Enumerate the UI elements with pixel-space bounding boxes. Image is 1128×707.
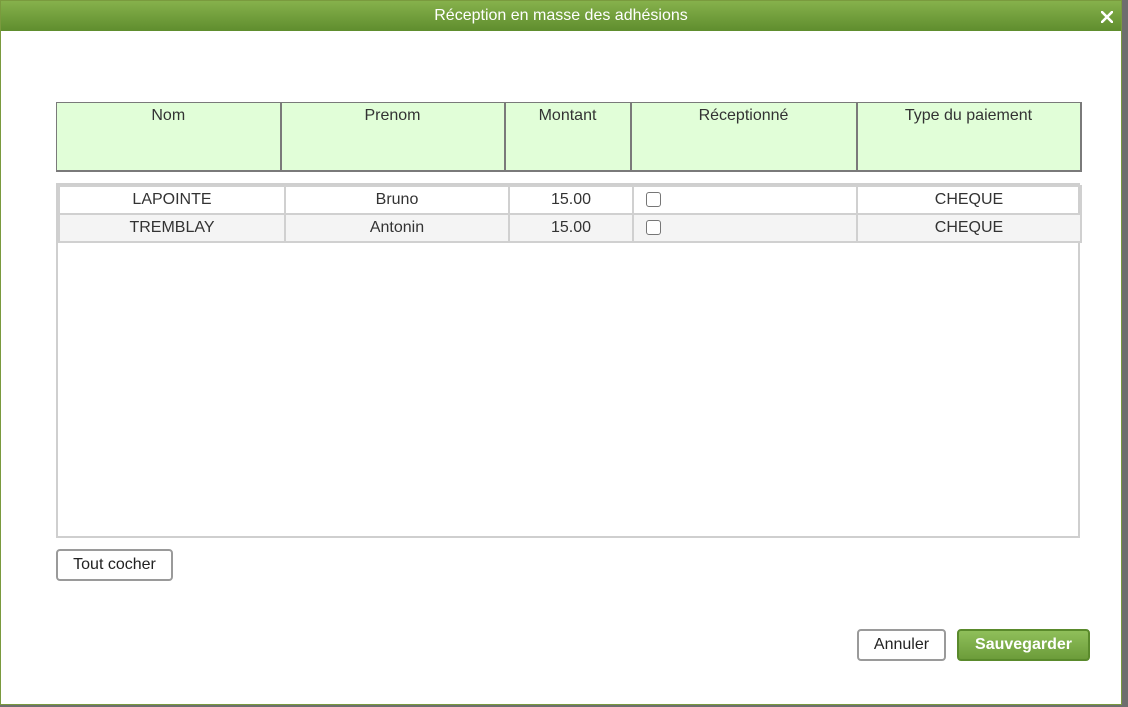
- save-button[interactable]: Sauvegarder: [957, 629, 1090, 661]
- cell-prenom: Antonin: [284, 213, 510, 243]
- column-header-prenom[interactable]: Prenom: [280, 102, 506, 172]
- cell-prenom: Bruno: [284, 185, 510, 215]
- table-row[interactable]: LAPOINTE Bruno 15.00 CHEQUE: [58, 185, 1082, 215]
- cell-montant: 15.00: [508, 185, 634, 215]
- dialog-title: Réception en masse des adhésions: [434, 7, 688, 24]
- table-header: Nom Prenom Montant Réceptionné Type du p…: [56, 102, 1082, 172]
- receptionne-checkbox[interactable]: [646, 220, 661, 236]
- column-header-receptionne[interactable]: Réceptionné: [630, 102, 858, 172]
- data-grid[interactable]: LAPOINTE Bruno 15.00 CHEQUE TREMBLAY Ant…: [56, 183, 1082, 538]
- data-table: LAPOINTE Bruno 15.00 CHEQUE TREMBLAY Ant…: [58, 185, 1082, 243]
- cell-nom: TREMBLAY: [58, 213, 286, 243]
- cell-receptionne: [632, 185, 858, 215]
- cell-nom: LAPOINTE: [58, 185, 286, 215]
- cancel-button[interactable]: Annuler: [857, 629, 946, 661]
- table-row[interactable]: TREMBLAY Antonin 15.00 CHEQUE: [58, 213, 1082, 243]
- dialog: Réception en masse des adhésions Nom Pre…: [0, 0, 1122, 705]
- check-all-button[interactable]: Tout cocher: [56, 549, 173, 581]
- receptionne-checkbox[interactable]: [646, 192, 661, 208]
- column-header-montant[interactable]: Montant: [504, 102, 632, 172]
- dialog-titlebar: Réception en masse des adhésions: [1, 1, 1121, 31]
- column-header-nom[interactable]: Nom: [56, 102, 282, 172]
- cell-type-paiement: CHEQUE: [856, 213, 1082, 243]
- column-header-type-paiement[interactable]: Type du paiement: [856, 102, 1082, 172]
- cell-type-paiement: CHEQUE: [856, 185, 1082, 215]
- close-icon[interactable]: [1100, 1, 1114, 31]
- cell-montant: 15.00: [508, 213, 634, 243]
- cell-receptionne: [632, 213, 858, 243]
